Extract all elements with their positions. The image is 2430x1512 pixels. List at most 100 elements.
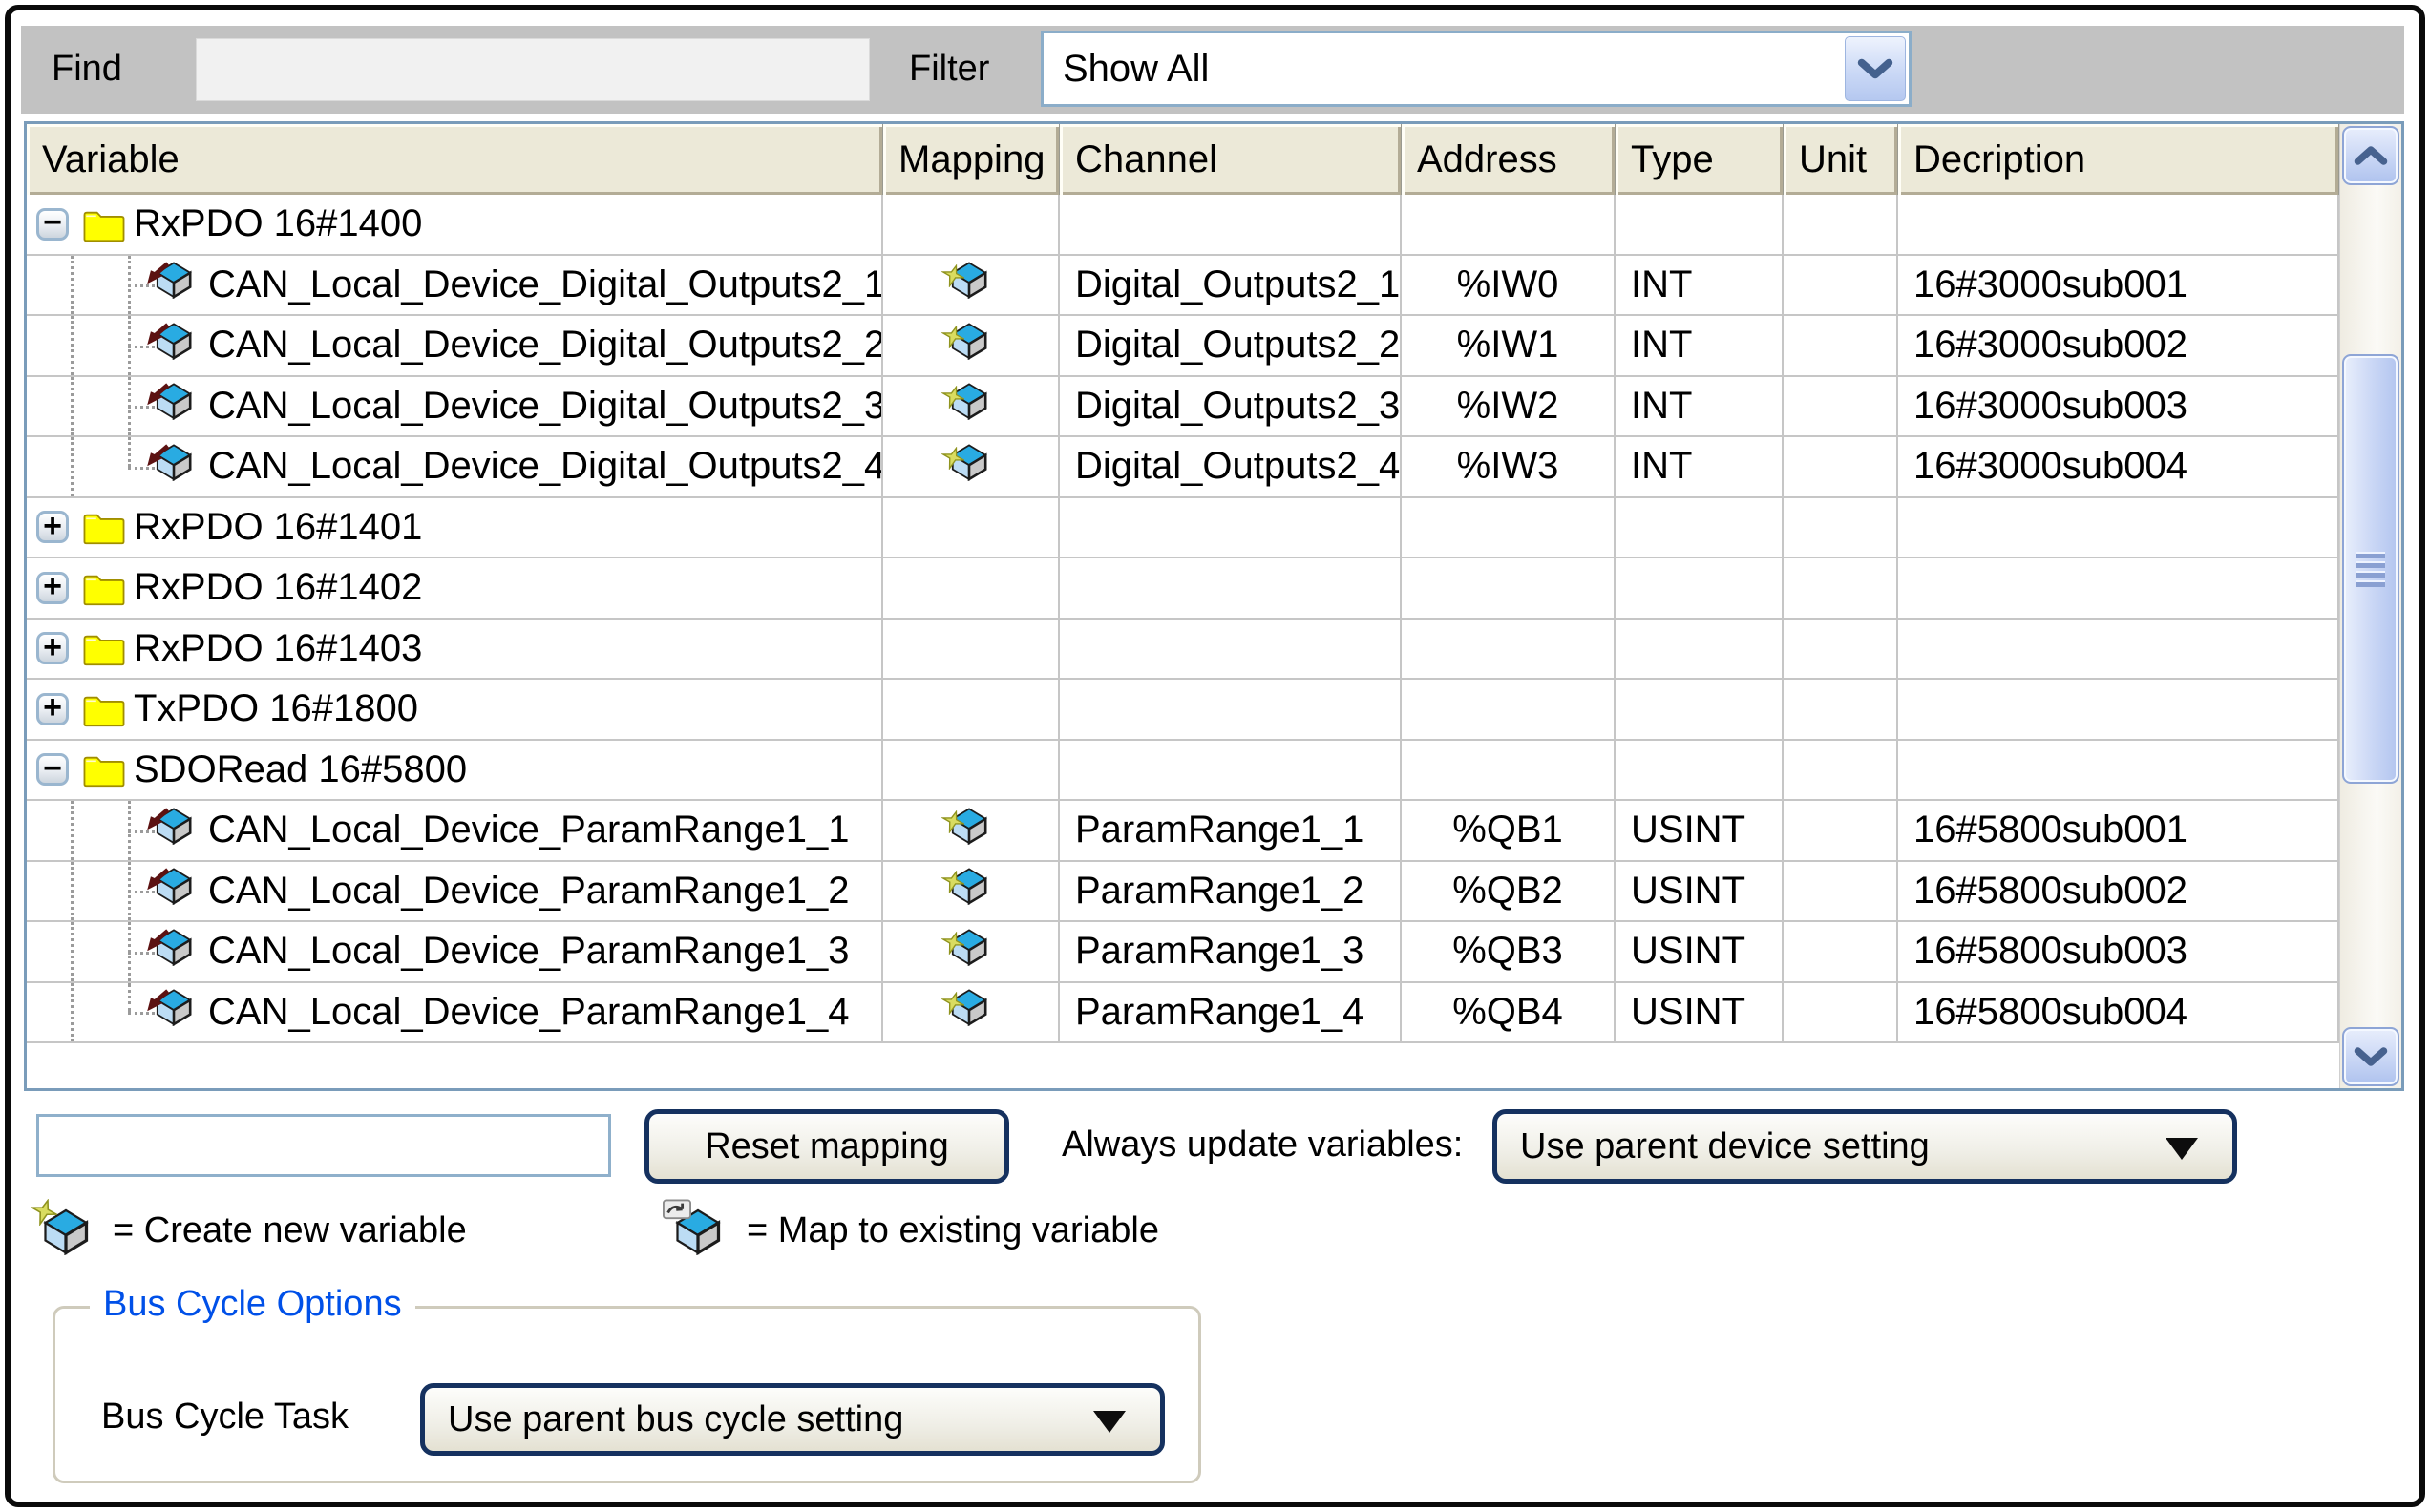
mapping-table: Variable Mapping Channel Address Type Un… bbox=[24, 121, 2404, 1091]
group-label: RxPDO 16#1400 bbox=[134, 202, 422, 245]
mapping-cell[interactable] bbox=[883, 862, 1060, 923]
channel-cell-value: ParamRange1_4 bbox=[1075, 991, 1363, 1034]
type-cell-value: USINT bbox=[1631, 991, 1745, 1034]
column-header-type[interactable]: Type bbox=[1616, 124, 1784, 195]
yellow-folder-icon bbox=[82, 751, 126, 788]
bus-cycle-options-group: Bus Cycle Options Bus Cycle Task Use par… bbox=[53, 1306, 1201, 1483]
mapping-cell[interactable] bbox=[883, 316, 1060, 377]
scroll-down-button[interactable] bbox=[2342, 1027, 2399, 1086]
column-header-unit[interactable]: Unit bbox=[1784, 124, 1898, 195]
find-input[interactable] bbox=[196, 38, 870, 101]
unit-cell bbox=[1784, 983, 1898, 1044]
mapping-cell[interactable] bbox=[883, 801, 1060, 862]
type-cell-value: INT bbox=[1631, 385, 1692, 428]
expand-button[interactable]: + bbox=[36, 511, 69, 543]
tree-group-row[interactable]: + RxPDO 16#1403 bbox=[27, 620, 2339, 681]
mapping-cell[interactable] bbox=[883, 437, 1060, 498]
tree-variable-row[interactable]: CAN_Local_Device_ParamRange1_3ParamRange… bbox=[27, 922, 2339, 983]
expand-button[interactable]: + bbox=[36, 632, 69, 664]
variable-cell: CAN_Local_Device_Digital_Outputs2_4 bbox=[27, 437, 883, 498]
io-mapping-panel: Find Filter Show All Variable Mapping Ch… bbox=[0, 0, 2430, 1512]
column-header-description[interactable]: Decription bbox=[1898, 124, 2339, 195]
tree-variable-row[interactable]: CAN_Local_Device_ParamRange1_4ParamRange… bbox=[27, 983, 2339, 1044]
description-cell-value: 16#5800sub003 bbox=[1913, 930, 2187, 973]
blue-cube-with-red-arrow-icon bbox=[155, 808, 197, 852]
tree-variable-row[interactable]: CAN_Local_Device_Digital_Outputs2_2Digit… bbox=[27, 316, 2339, 377]
description-cell bbox=[1898, 498, 2339, 559]
always-update-select[interactable]: Use parent device setting bbox=[1492, 1109, 2237, 1184]
mapping-cell bbox=[883, 680, 1060, 741]
caret-down-icon bbox=[1093, 1411, 1126, 1433]
scroll-up-button[interactable] bbox=[2342, 126, 2399, 185]
variable-label: CAN_Local_Device_ParamRange1_1 bbox=[208, 808, 850, 851]
expander-glyph: − bbox=[43, 755, 62, 782]
description-cell: 16#5800sub004 bbox=[1898, 983, 2339, 1044]
channel-cell-value: ParamRange1_2 bbox=[1075, 870, 1363, 913]
tree-variable-row[interactable]: CAN_Local_Device_Digital_Outputs2_1 Digit… bbox=[27, 256, 2339, 317]
tree-guide-line bbox=[128, 437, 131, 467]
tree-group-row[interactable]: + TxPDO 16#1800 bbox=[27, 680, 2339, 741]
type-cell: USINT bbox=[1616, 801, 1784, 862]
blue-cube-with-red-arrow-icon bbox=[155, 445, 197, 489]
tree-guide-line bbox=[71, 983, 74, 1042]
always-update-label: Always update variables: bbox=[1062, 1124, 1463, 1166]
tree-group-row[interactable]: +RxPDO 16#1402 bbox=[27, 558, 2339, 620]
mapping-name-input[interactable] bbox=[36, 1114, 611, 1177]
mapping-cell[interactable] bbox=[883, 256, 1060, 317]
collapse-button[interactable]: − bbox=[36, 753, 69, 786]
type-cell-value: USINT bbox=[1631, 870, 1745, 913]
column-header-variable[interactable]: Variable bbox=[27, 124, 883, 195]
address-cell: %IW3 bbox=[1402, 437, 1616, 498]
blue-cube-with-red-arrow-icon bbox=[155, 930, 197, 974]
column-header-mapping[interactable]: Mapping bbox=[883, 124, 1060, 195]
tree-variable-row[interactable]: CAN_Local_Device_ParamRange1_1 ParamRange… bbox=[27, 801, 2339, 862]
tree-guide-line bbox=[71, 377, 74, 436]
address-cell: %IW2 bbox=[1402, 377, 1616, 438]
tree-group-row[interactable]: −SDORead 16#5800 bbox=[27, 741, 2339, 802]
variable-cell: CAN_Local_Device_Digital_Outputs2_1 bbox=[27, 256, 883, 317]
address-cell: %QB2 bbox=[1402, 862, 1616, 923]
tree-variable-row[interactable]: CAN_Local_Device_Digital_Outputs2_3 Digit… bbox=[27, 377, 2339, 438]
unit-cell bbox=[1784, 256, 1898, 317]
address-cell: %IW0 bbox=[1402, 256, 1616, 317]
channel-cell bbox=[1060, 498, 1402, 559]
type-cell bbox=[1616, 680, 1784, 741]
column-header-address[interactable]: Address bbox=[1402, 124, 1616, 195]
description-cell: 16#5800sub001 bbox=[1898, 801, 2339, 862]
expander-glyph: + bbox=[43, 573, 62, 599]
group-label: RxPDO 16#1403 bbox=[134, 627, 422, 670]
variable-cell: CAN_Local_Device_Digital_Outputs2_3 bbox=[27, 377, 883, 438]
expander-glyph: − bbox=[43, 209, 62, 236]
filter-dropdown-button[interactable] bbox=[1845, 36, 1906, 101]
type-cell: USINT bbox=[1616, 922, 1784, 983]
variable-label: CAN_Local_Device_Digital_Outputs2_4 bbox=[208, 445, 883, 488]
channel-cell: ParamRange1_1 bbox=[1060, 801, 1402, 862]
column-header-channel[interactable]: Channel bbox=[1060, 124, 1402, 195]
description-cell: 16#3000sub004 bbox=[1898, 437, 2339, 498]
unit-cell bbox=[1784, 437, 1898, 498]
channel-cell: Digital_Outputs2_1 bbox=[1060, 256, 1402, 317]
mapping-cell[interactable] bbox=[883, 922, 1060, 983]
group-label: TxPDO 16#1800 bbox=[134, 687, 418, 730]
collapse-button[interactable]: − bbox=[36, 208, 69, 241]
tree-guide-line bbox=[71, 922, 74, 981]
expand-button[interactable]: + bbox=[36, 693, 69, 725]
mapping-cell[interactable] bbox=[883, 983, 1060, 1044]
tree-group-row[interactable]: − RxPDO 16#1400 bbox=[27, 195, 2339, 256]
description-cell-value: 16#5800sub001 bbox=[1913, 808, 2187, 851]
mapping-cell[interactable] bbox=[883, 377, 1060, 438]
tree-variable-row[interactable]: CAN_Local_Device_Digital_Outputs2_4Digit… bbox=[27, 437, 2339, 498]
yellow-folder-icon bbox=[82, 570, 126, 606]
reset-mapping-button[interactable]: Reset mapping bbox=[644, 1109, 1009, 1184]
bus-cycle-task-select[interactable]: Use parent bus cycle setting bbox=[420, 1383, 1165, 1456]
channel-cell-value: Digital_Outputs2_3 bbox=[1075, 385, 1400, 428]
filter-select[interactable]: Show All bbox=[1041, 31, 1912, 107]
bus-cycle-task-label: Bus Cycle Task bbox=[101, 1396, 349, 1438]
tree-variable-row[interactable]: CAN_Local_Device_ParamRange1_2ParamRange… bbox=[27, 862, 2339, 923]
scrollbar-thumb[interactable] bbox=[2342, 354, 2399, 784]
scrollbar-track[interactable] bbox=[2340, 187, 2401, 1027]
expand-button[interactable]: + bbox=[36, 572, 69, 604]
vertical-scrollbar[interactable] bbox=[2339, 124, 2401, 1088]
variable-label: CAN_Local_Device_ParamRange1_3 bbox=[208, 930, 850, 973]
tree-group-row[interactable]: +RxPDO 16#1401 bbox=[27, 498, 2339, 559]
